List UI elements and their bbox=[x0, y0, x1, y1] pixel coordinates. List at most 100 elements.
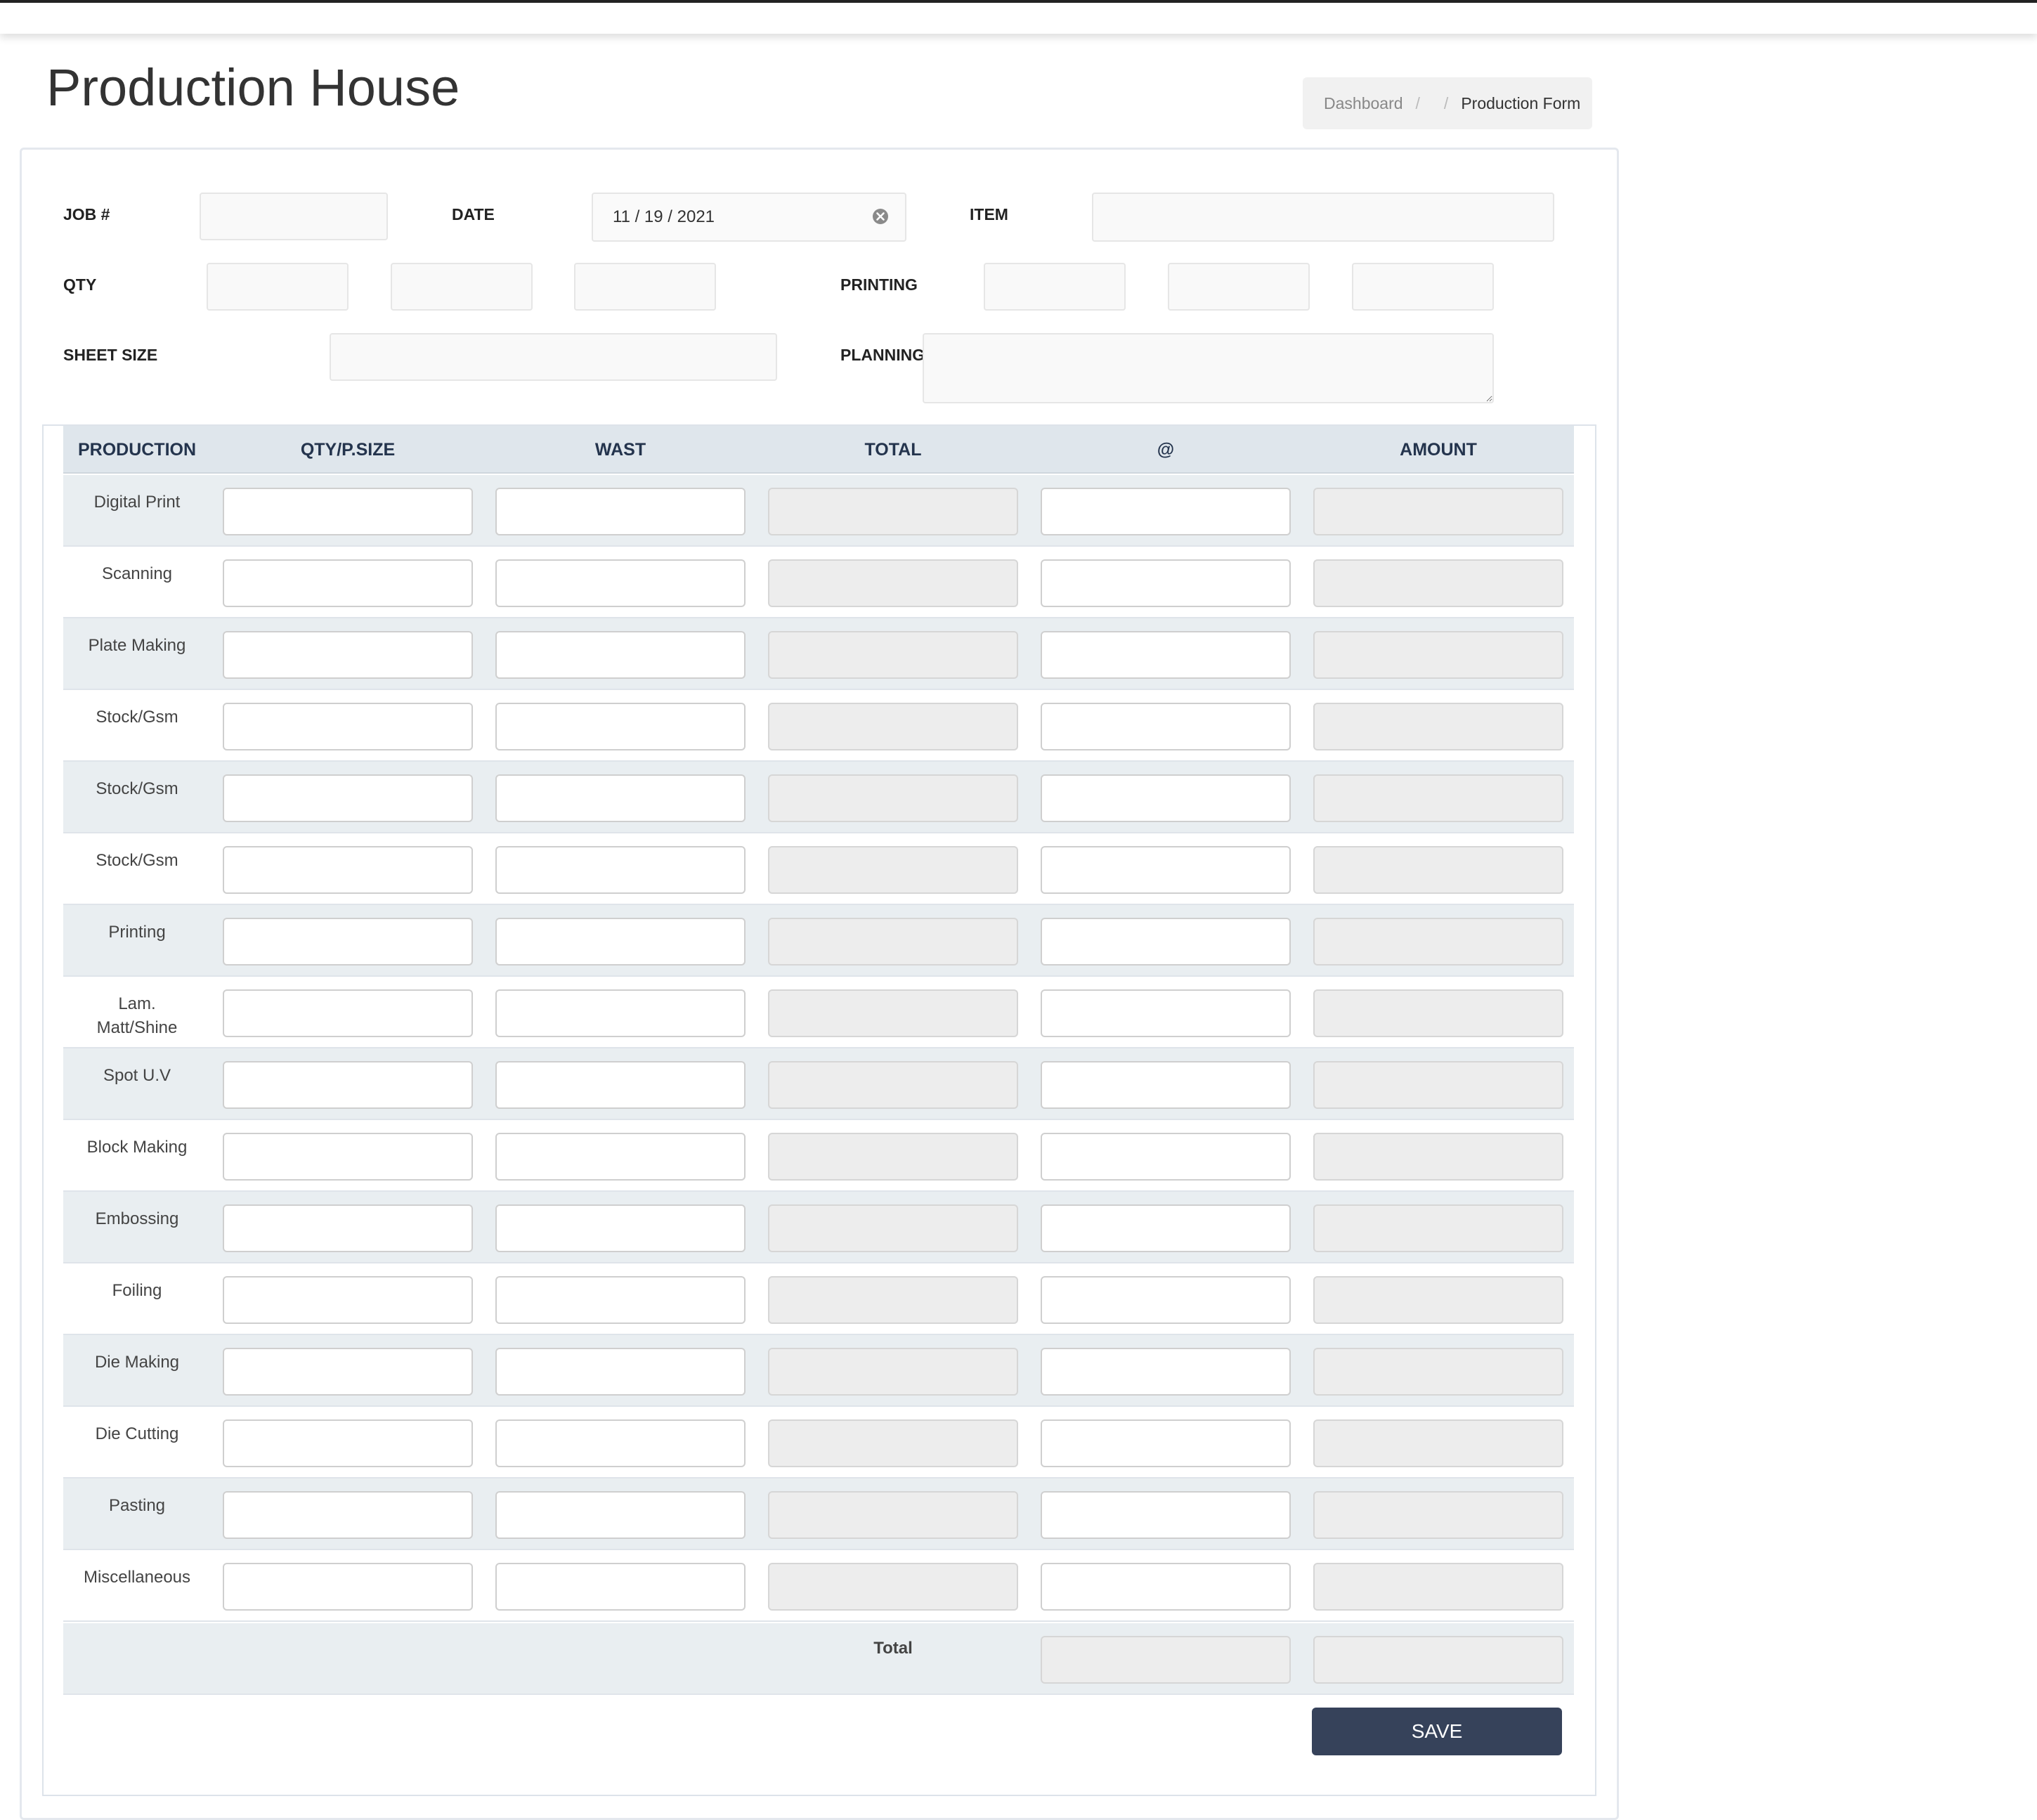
rate-input[interactable] bbox=[1041, 1061, 1291, 1109]
wast-input[interactable] bbox=[495, 488, 746, 535]
rate-input[interactable] bbox=[1041, 989, 1291, 1037]
total-rate-field[interactable] bbox=[1041, 1636, 1291, 1684]
wast-input[interactable] bbox=[495, 1133, 746, 1181]
qty-psize-input[interactable] bbox=[223, 1204, 473, 1252]
qty-psize-input[interactable] bbox=[223, 1563, 473, 1611]
amount-field[interactable] bbox=[1313, 1563, 1563, 1611]
amount-field[interactable] bbox=[1313, 1419, 1563, 1467]
amount-field[interactable] bbox=[1313, 1204, 1563, 1252]
amount-field[interactable] bbox=[1313, 1348, 1563, 1396]
qty-input-3[interactable] bbox=[574, 263, 716, 311]
qty-psize-input[interactable] bbox=[223, 1348, 473, 1396]
wast-input[interactable] bbox=[495, 703, 746, 750]
planning-textarea[interactable] bbox=[923, 333, 1494, 403]
total-field[interactable] bbox=[768, 918, 1018, 966]
qty-psize-input[interactable] bbox=[223, 846, 473, 894]
total-field[interactable] bbox=[768, 1133, 1018, 1181]
qty-psize-input[interactable] bbox=[223, 989, 473, 1037]
amount-field[interactable] bbox=[1313, 703, 1563, 750]
qty-psize-input[interactable] bbox=[223, 774, 473, 822]
item-input[interactable] bbox=[1092, 193, 1554, 242]
qty-input-2[interactable] bbox=[391, 263, 533, 311]
amount-field[interactable] bbox=[1313, 989, 1563, 1037]
total-field[interactable] bbox=[768, 703, 1018, 750]
wast-input[interactable] bbox=[495, 1204, 746, 1252]
wast-input[interactable] bbox=[495, 631, 746, 679]
sheet-size-input[interactable] bbox=[330, 333, 777, 381]
total-field[interactable] bbox=[768, 488, 1018, 535]
qty-input-1[interactable] bbox=[207, 263, 349, 311]
rate-input[interactable] bbox=[1041, 846, 1291, 894]
wast-input[interactable] bbox=[495, 774, 746, 822]
total-field[interactable] bbox=[768, 1419, 1018, 1467]
rate-input[interactable] bbox=[1041, 1348, 1291, 1396]
amount-field[interactable] bbox=[1313, 1276, 1563, 1324]
wast-input[interactable] bbox=[495, 1563, 746, 1611]
amount-field[interactable] bbox=[1313, 559, 1563, 607]
printing-input-1[interactable] bbox=[984, 263, 1126, 311]
qty-psize-input[interactable] bbox=[223, 1419, 473, 1467]
qty-psize-input[interactable] bbox=[223, 488, 473, 535]
wast-input[interactable] bbox=[495, 918, 746, 966]
amount-field[interactable] bbox=[1313, 631, 1563, 679]
table-row: Die Making bbox=[63, 1335, 1574, 1407]
rate-input[interactable] bbox=[1041, 1419, 1291, 1467]
wast-input[interactable] bbox=[495, 846, 746, 894]
rate-input[interactable] bbox=[1041, 1133, 1291, 1181]
qty-psize-input[interactable] bbox=[223, 703, 473, 750]
qty-psize-input[interactable] bbox=[223, 1133, 473, 1181]
total-field[interactable] bbox=[768, 1348, 1018, 1396]
total-field[interactable] bbox=[768, 1061, 1018, 1109]
total-field[interactable] bbox=[768, 774, 1018, 822]
total-field[interactable] bbox=[768, 1563, 1018, 1611]
qty-psize-input[interactable] bbox=[223, 631, 473, 679]
amount-field[interactable] bbox=[1313, 918, 1563, 966]
total-field[interactable] bbox=[768, 1204, 1018, 1252]
rate-input[interactable] bbox=[1041, 1563, 1291, 1611]
row-label: Lam. Matt/Shine bbox=[96, 994, 178, 1037]
total-field[interactable] bbox=[768, 559, 1018, 607]
total-amount-field[interactable] bbox=[1313, 1636, 1563, 1684]
rate-input[interactable] bbox=[1041, 774, 1291, 822]
qty-psize-input[interactable] bbox=[223, 559, 473, 607]
wast-input[interactable] bbox=[495, 1419, 746, 1467]
amount-field[interactable] bbox=[1313, 1061, 1563, 1109]
qty-psize-input[interactable] bbox=[223, 1491, 473, 1539]
wast-input[interactable] bbox=[495, 1061, 746, 1109]
qty-psize-input[interactable] bbox=[223, 1276, 473, 1324]
rate-input[interactable] bbox=[1041, 488, 1291, 535]
date-input[interactable]: 11 / 19 / 2021 bbox=[592, 193, 906, 242]
rate-input[interactable] bbox=[1041, 703, 1291, 750]
rate-input[interactable] bbox=[1041, 1276, 1291, 1324]
save-button[interactable]: SAVE bbox=[1312, 1708, 1562, 1755]
rate-input[interactable] bbox=[1041, 631, 1291, 679]
printing-input-3[interactable] bbox=[1352, 263, 1494, 311]
rate-input[interactable] bbox=[1041, 1204, 1291, 1252]
printing-input-2[interactable] bbox=[1168, 263, 1310, 311]
rate-input[interactable] bbox=[1041, 918, 1291, 966]
clear-circle-icon[interactable] bbox=[871, 207, 890, 226]
breadcrumb-dashboard-link[interactable]: Dashboard bbox=[1324, 94, 1403, 113]
wast-input[interactable] bbox=[495, 1491, 746, 1539]
total-field[interactable] bbox=[768, 1276, 1018, 1324]
amount-field[interactable] bbox=[1313, 774, 1563, 822]
amount-field[interactable] bbox=[1313, 1133, 1563, 1181]
qty-psize-input[interactable] bbox=[223, 918, 473, 966]
wast-input[interactable] bbox=[495, 1276, 746, 1324]
amount-field[interactable] bbox=[1313, 488, 1563, 535]
total-field[interactable] bbox=[768, 846, 1018, 894]
rate-input[interactable] bbox=[1041, 1491, 1291, 1539]
wast-input[interactable] bbox=[495, 559, 746, 607]
rate-input[interactable] bbox=[1041, 559, 1291, 607]
qty-psize-input[interactable] bbox=[223, 1061, 473, 1109]
total-field[interactable] bbox=[768, 631, 1018, 679]
total-field[interactable] bbox=[768, 1491, 1018, 1539]
amount-field[interactable] bbox=[1313, 846, 1563, 894]
job-number-input[interactable] bbox=[200, 193, 388, 240]
amount-field[interactable] bbox=[1313, 1491, 1563, 1539]
wast-input[interactable] bbox=[495, 1348, 746, 1396]
row-label: Miscellaneous bbox=[83, 1568, 191, 1587]
total-field[interactable] bbox=[768, 989, 1018, 1037]
wast-input[interactable] bbox=[495, 989, 746, 1037]
row-label: Embossing bbox=[95, 1209, 179, 1228]
